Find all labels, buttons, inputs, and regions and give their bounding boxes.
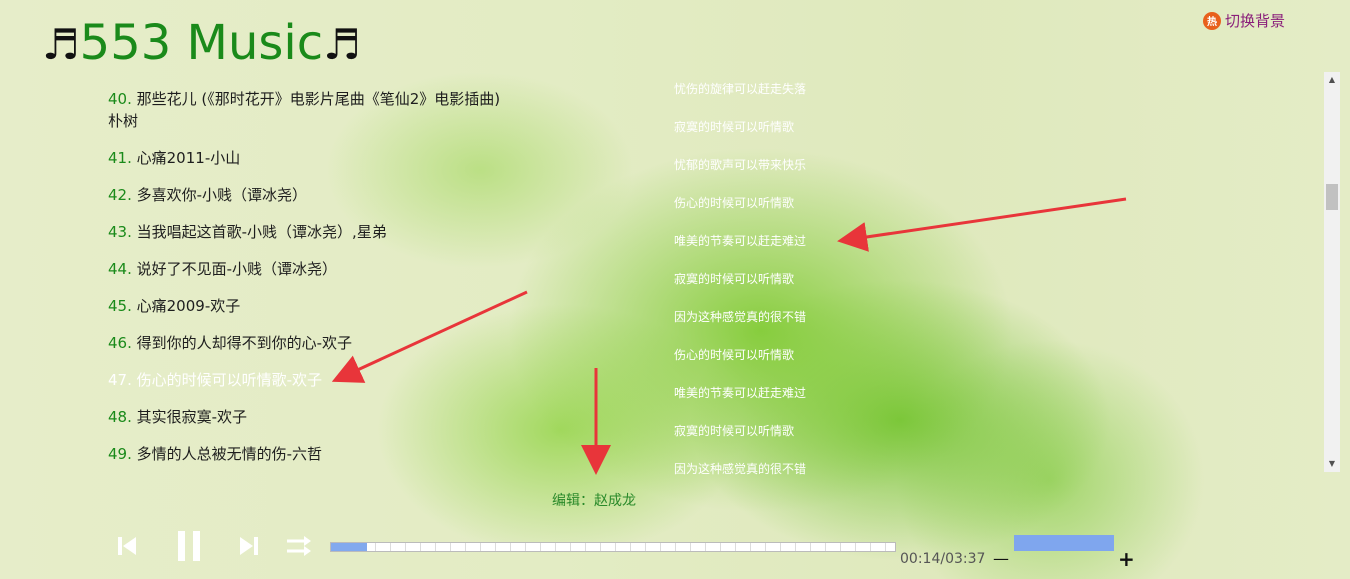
music-note-icon: ♬ [42,20,80,69]
switch-background-button[interactable]: 热 切换背景 [1203,10,1285,31]
lyric-line: 寂寞的时候可以听情歌 [674,424,795,438]
song-number: 41. [108,149,132,167]
lyrics-scrollbar[interactable]: ▲ ▼ [1324,72,1340,472]
song-title: 多喜欢你-小贱（谭冰尧） [136,186,308,204]
hot-icon: 热 [1203,11,1221,30]
app-logo: ♬553 Music♬ [42,14,361,74]
song-number: 40. [108,90,132,108]
lyric-line: 伤心的时候可以听情歌 [674,348,795,362]
player-controls: 00:14/03:37 — + [0,525,1350,575]
scroll-up-arrow-icon[interactable]: ▲ [1324,72,1340,88]
volume-down-button[interactable]: — [993,549,1009,568]
song-number: 47. [108,371,132,389]
song-title: 其实很寂寞-欢子 [136,408,248,426]
scroll-down-arrow-icon[interactable]: ▼ [1324,456,1340,472]
lyric-line: 因为这种感觉真的很不错 [674,462,807,476]
song-number: 43. [108,223,132,241]
shuffle-icon[interactable] [286,535,314,557]
arrow-to-lyric [837,197,1127,252]
song-list-item[interactable]: 45. 心痛2009-欢子 [108,295,558,317]
progress-fill [331,543,368,551]
switch-background-label: 切换背景 [1225,12,1286,30]
song-title: 那些花儿 (《那时花开》电影片尾曲《笔仙2》电影插曲) [136,90,501,108]
pause-icon[interactable] [176,530,202,562]
song-artist: 朴树 [108,112,139,130]
song-number: 45. [108,297,132,315]
progress-bar[interactable] [330,542,896,552]
song-list-item[interactable]: 49. 多情的人总被无情的伤-六哲 [108,443,558,465]
song-list-item[interactable]: 44. 说好了不见面-小贱（谭冰尧） [108,258,558,280]
app-title: 553 Music [79,15,324,71]
lyric-line: 因为这种感觉真的很不错 [674,310,807,324]
editor-credit: 编辑：赵成龙 [552,493,636,509]
music-note-icon: ♬ [323,20,361,69]
song-list-item[interactable]: 46. 得到你的人却得不到你的心-欢子 [108,332,558,354]
lyric-line: 伤心的时候可以听情歌 [674,196,795,210]
song-title: 心痛2009-欢子 [136,297,241,315]
song-list-item[interactable]: 41. 心痛2011-小山 [108,147,558,169]
song-number: 46. [108,334,132,352]
lyric-line: 忧伤的旋律可以赶走失落 [674,82,807,96]
song-list-item[interactable]: 40. 那些花儿 (《那时花开》电影片尾曲《笔仙2》电影插曲) 朴树 [108,88,558,132]
song-list-item[interactable]: 48. 其实很寂寞-欢子 [108,406,558,428]
song-number: 49. [108,445,132,463]
song-number: 42. [108,186,132,204]
scrollbar-thumb[interactable] [1326,184,1338,210]
song-list: 40. 那些花儿 (《那时花开》电影片尾曲《笔仙2》电影插曲) 朴树 41. 心痛2… [108,88,558,480]
song-list-item[interactable]: 43. 当我唱起这首歌-小贱（谭冰尧）,星弟 [108,221,558,243]
song-number: 48. [108,408,132,426]
lyrics-panel: 忧伤的旋律可以赶走失落 寂寞的时候可以听情歌 忧郁的歌声可以带来快乐 伤心的时候可以听… [674,80,874,498]
song-title: 多情的人总被无情的伤-六哲 [136,445,323,463]
lyric-line: 唯美的节奏可以赶走难过 [674,386,807,400]
next-track-icon[interactable] [238,535,260,557]
song-title: 伤心的时候可以听情歌-欢子 [136,371,323,389]
previous-track-icon[interactable] [116,535,138,557]
volume-bar[interactable] [1014,535,1114,551]
song-title: 说好了不见面-小贱（谭冰尧） [136,260,338,278]
lyric-line: 忧郁的歌声可以带来快乐 [674,158,807,172]
lyric-line: 唯美的节奏可以赶走难过 [674,234,807,248]
time-display: 00:14/03:37 [900,551,986,567]
song-number: 44. [108,260,132,278]
lyric-line: 寂寞的时候可以听情歌 [674,272,795,286]
song-title: 心痛2011-小山 [136,149,241,167]
song-list-item[interactable]: 42. 多喜欢你-小贱（谭冰尧） [108,184,558,206]
volume-up-button[interactable]: + [1118,547,1135,571]
song-title: 当我唱起这首歌-小贱（谭冰尧）,星弟 [136,223,387,241]
song-list-item[interactable]: 47. 伤心的时候可以听情歌-欢子 [108,369,558,391]
song-title: 得到你的人却得不到你的心-欢子 [136,334,353,352]
lyric-line: 寂寞的时候可以听情歌 [674,120,795,134]
